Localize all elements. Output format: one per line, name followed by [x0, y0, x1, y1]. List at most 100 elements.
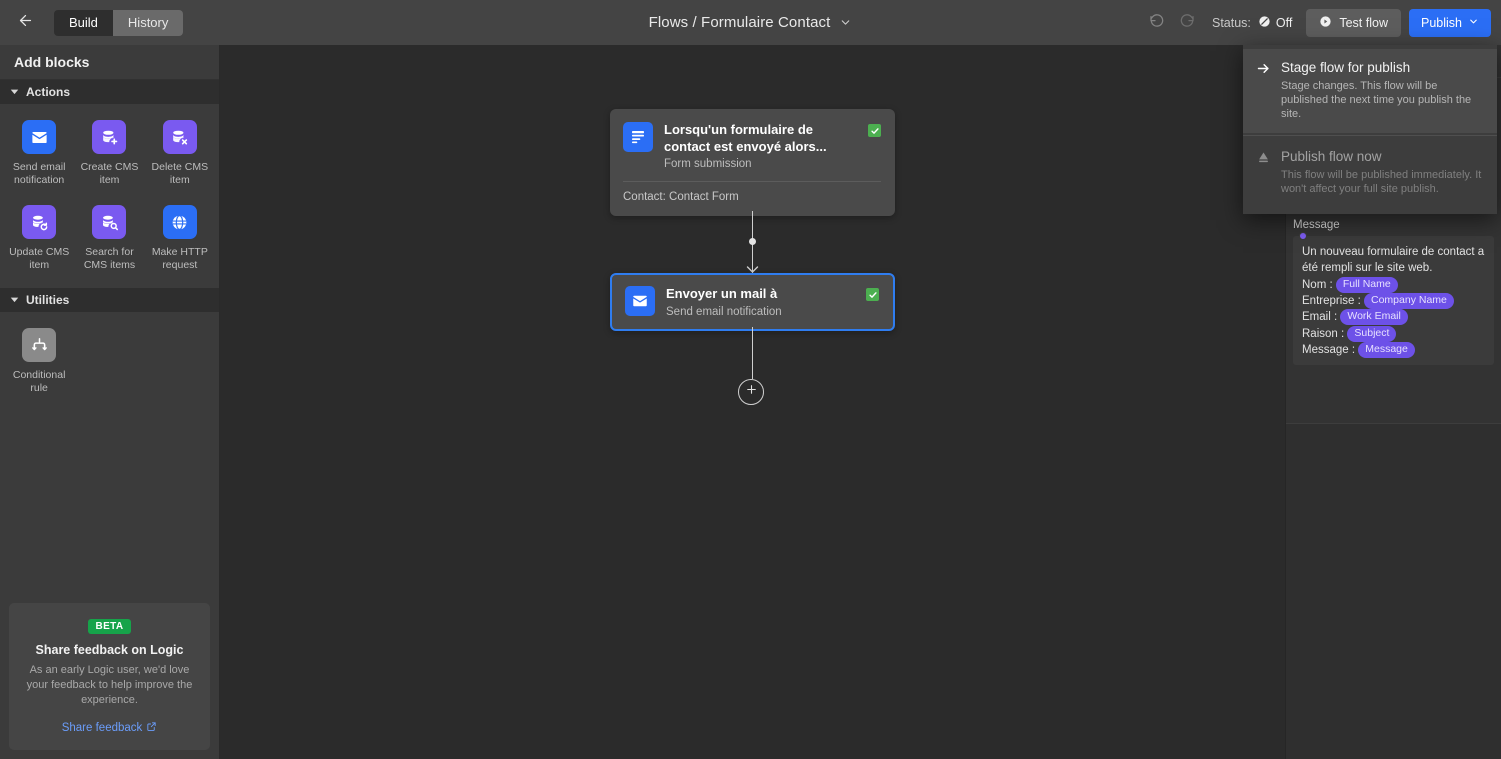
- block-search-cms-items[interactable]: Search for CMS items: [74, 199, 144, 280]
- top-bar: Build History Flows / Formulaire Contact…: [0, 0, 1501, 45]
- message-text: Raison :: [1302, 327, 1348, 340]
- message-text: Message :: [1302, 343, 1359, 356]
- menu-item-stage-flow[interactable]: Stage flow for publish Stage changes. Th…: [1243, 49, 1497, 133]
- block-label: Create CMS item: [80, 161, 139, 186]
- publish-dropdown-menu: Stage flow for publish Stage changes. Th…: [1243, 45, 1497, 214]
- variable-pill-full-name[interactable]: Full Name: [1335, 276, 1398, 293]
- redo-button[interactable]: [1172, 8, 1202, 38]
- node-meta: Contact: Contact Form: [623, 191, 739, 203]
- database-x-icon: [162, 120, 197, 154]
- section-label: Utilities: [26, 293, 70, 307]
- globe-icon: [162, 205, 197, 239]
- form-icon: [623, 122, 653, 152]
- chevron-down-icon[interactable]: [839, 16, 852, 29]
- actions-block-grid: Send email notification Create CMS item …: [0, 104, 219, 288]
- status-label: Status:: [1211, 15, 1251, 30]
- top-bar-actions: Status: Off Test flow Publish: [1142, 0, 1501, 45]
- message-line: Nom : Full Name: [1302, 276, 1486, 293]
- panel-empty-area: [1286, 424, 1501, 759]
- menu-item-description: This flow will be published immediately.…: [1281, 169, 1482, 195]
- variable-pill-company-name[interactable]: Company Name: [1364, 292, 1454, 309]
- message-field[interactable]: Un nouveau formulaire de contact a été r…: [1293, 232, 1494, 366]
- undo-button[interactable]: [1142, 8, 1172, 38]
- sidebar-heading: Add blocks: [0, 45, 219, 80]
- variable-pill-subject[interactable]: Subject: [1347, 325, 1397, 342]
- node-title: Envoyer un mail à: [666, 286, 778, 301]
- database-plus-icon: [92, 120, 127, 154]
- message-text: Entreprise :: [1302, 294, 1364, 307]
- message-text: Un nouveau formulaire de contact a été r…: [1302, 246, 1485, 275]
- block-label: Make HTTP request: [151, 246, 208, 271]
- share-feedback-label: Share feedback: [61, 722, 143, 734]
- arrow-right-icon: [1255, 59, 1271, 121]
- variable-pill-work-email[interactable]: Work Email: [1340, 309, 1408, 326]
- publish-label: Publish: [1421, 15, 1462, 30]
- variable-pill-message[interactable]: Message: [1358, 341, 1415, 358]
- block-label: Send email notification: [12, 161, 66, 186]
- block-label: Delete CMS item: [151, 161, 209, 186]
- feedback-card: BETA Share feedback on Logic As an early…: [9, 603, 210, 750]
- node-title: Lorsqu'un formulaire de contact est envo…: [664, 122, 827, 154]
- back-button[interactable]: [8, 6, 42, 40]
- block-send-email-notification[interactable]: Send email notification: [4, 114, 74, 195]
- block-label: Search for CMS items: [83, 246, 136, 271]
- message-text: Email :: [1302, 311, 1341, 324]
- slash-circle-icon: [1258, 15, 1271, 31]
- flow-edge-dot: [749, 238, 756, 245]
- menu-item-description: Stage changes. This flow will be publish…: [1281, 80, 1472, 120]
- message-line: Message : Message: [1302, 341, 1486, 358]
- menu-item-publish-now[interactable]: Publish flow now This flow will be publi…: [1243, 138, 1497, 208]
- database-search-icon: [92, 205, 127, 239]
- flow-canvas[interactable]: Lorsqu'un formulaire de contact est envo…: [220, 45, 1285, 759]
- status-badge: Off: [1258, 15, 1292, 31]
- redo-icon: [1179, 12, 1195, 33]
- message-text: Nom :: [1302, 278, 1336, 291]
- block-create-cms-item[interactable]: Create CMS item: [74, 114, 144, 195]
- page-title[interactable]: Flows / Formulaire Contact: [649, 14, 831, 31]
- utilities-block-grid: Conditional rule: [0, 312, 219, 411]
- section-label: Actions: [26, 85, 71, 99]
- status-value: Off: [1275, 15, 1293, 30]
- tab-history[interactable]: History: [112, 9, 184, 36]
- plus-icon: [745, 383, 758, 401]
- tab-build[interactable]: Build: [54, 9, 113, 36]
- flow-node-send-email[interactable]: Envoyer un mail à Send email notificatio…: [610, 273, 895, 331]
- test-flow-button[interactable]: Test flow: [1306, 8, 1401, 37]
- block-conditional-rule[interactable]: Conditional rule: [4, 322, 74, 403]
- add-blocks-sidebar: Add blocks Actions Send email notificati…: [0, 45, 220, 759]
- publish-up-icon: [1255, 148, 1271, 196]
- database-refresh-icon: [22, 205, 57, 239]
- caret-down-icon: [10, 293, 19, 307]
- check-icon: [868, 124, 881, 137]
- block-label: Conditional rule: [12, 369, 66, 394]
- sidebar-section-actions[interactable]: Actions: [0, 80, 219, 104]
- menu-item-title: Stage flow for publish: [1281, 60, 1411, 75]
- check-icon: [866, 288, 879, 301]
- share-feedback-link[interactable]: Share feedback: [62, 721, 158, 735]
- flow-node-trigger[interactable]: Lorsqu'un formulaire de contact est envo…: [610, 109, 895, 216]
- block-update-cms-item[interactable]: Update CMS item: [4, 199, 74, 280]
- test-flow-label: Test flow: [1339, 15, 1388, 30]
- play-circle-icon: [1319, 15, 1332, 31]
- block-make-http-request[interactable]: Make HTTP request: [145, 199, 215, 280]
- menu-divider: [1243, 135, 1497, 136]
- chevron-down-icon: [1468, 16, 1479, 30]
- arrow-left-icon: [17, 12, 34, 34]
- node-subtitle: Send email notification: [666, 305, 782, 318]
- node-divider: [623, 181, 881, 182]
- add-block-button[interactable]: [738, 379, 764, 405]
- block-delete-cms-item[interactable]: Delete CMS item: [145, 114, 215, 195]
- menu-item-title: Publish flow now: [1281, 149, 1382, 164]
- beta-badge: BETA: [88, 619, 131, 634]
- envelope-icon: [625, 286, 655, 316]
- flow-edge-tail: [752, 327, 753, 379]
- caret-down-icon: [10, 85, 19, 99]
- branch-icon: [22, 328, 57, 362]
- undo-icon: [1149, 12, 1165, 33]
- feedback-description: As an early Logic user, we'd love your f…: [26, 664, 193, 706]
- message-line: Entreprise : Company Name: [1302, 292, 1486, 309]
- publish-button[interactable]: Publish: [1409, 8, 1491, 37]
- sidebar-section-utilities[interactable]: Utilities: [0, 288, 219, 312]
- message-line: Un nouveau formulaire de contact a été r…: [1302, 244, 1486, 277]
- block-label: Update CMS item: [9, 246, 70, 271]
